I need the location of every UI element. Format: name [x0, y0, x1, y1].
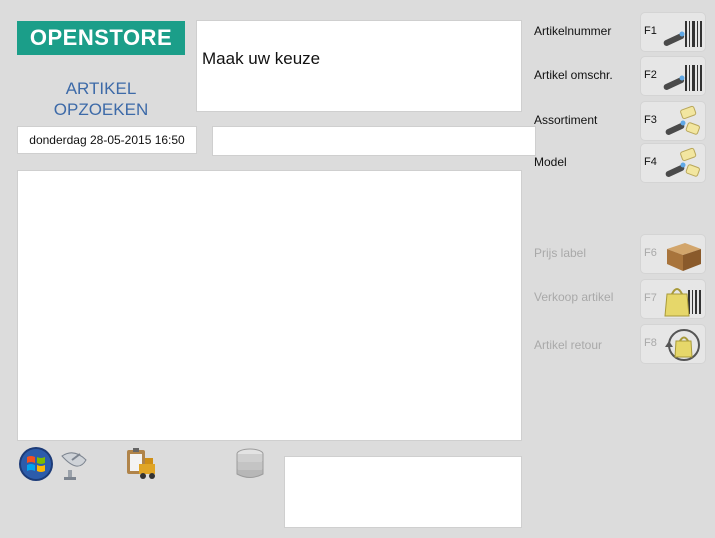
page-title-line2: OPZOEKEN — [53, 100, 149, 119]
results-panel[interactable] — [17, 170, 522, 441]
function-label-prijs-label: Prijs label — [534, 246, 587, 260]
f6-button: F6 — [640, 234, 706, 274]
scanner-tags-icon — [665, 105, 700, 135]
bag-barcode-icon — [664, 288, 701, 317]
function-label-artikel-omschr[interactable]: Artikel omschr. — [534, 65, 613, 85]
f8-key-label: F8 — [644, 337, 657, 349]
f3-key-label: F3 — [644, 114, 657, 126]
function-label-artikelnummer[interactable]: Artikelnummer — [534, 21, 611, 41]
f6-key-label: F6 — [644, 247, 657, 259]
search-input[interactable] — [212, 126, 536, 156]
openstore-logo: OPENSTORE — [17, 21, 185, 55]
satellite-dish-icon[interactable] — [56, 446, 92, 482]
datetime-display: donderdag 28-05-2015 16:50 — [17, 126, 197, 154]
function-label-assortiment[interactable]: Assortiment — [534, 110, 597, 130]
function-label-verkoop-artikel: Verkoop artikel — [534, 290, 614, 304]
f4-button[interactable]: F4 — [640, 143, 706, 183]
bag-return-icon — [665, 329, 700, 361]
f4-key-label: F4 — [644, 156, 657, 168]
database-icon[interactable] — [232, 446, 268, 482]
info-box — [284, 456, 522, 528]
f1-key-label: F1 — [644, 25, 657, 37]
f2-key-label: F2 — [644, 69, 657, 81]
message-text: Maak uw keuze — [202, 49, 321, 68]
page-title: ARTIKEL OPZOEKEN — [17, 78, 185, 120]
clipboard-forklift-icon[interactable] — [123, 446, 159, 482]
f2-button[interactable]: F2 — [640, 56, 706, 96]
function-label-model[interactable]: Model — [534, 152, 567, 172]
f7-key-label: F7 — [644, 292, 657, 304]
f7-button: F7 — [640, 279, 706, 319]
message-panel: Maak uw keuze — [196, 20, 522, 112]
function-label-artikel-retour: Artikel retour — [534, 338, 603, 352]
windows-icon[interactable] — [18, 446, 54, 482]
barcode-scanner-icon — [663, 65, 702, 91]
f8-button: F8 — [640, 324, 706, 364]
box-icon — [667, 243, 701, 271]
f1-button[interactable]: F1 — [640, 12, 706, 52]
barcode-scanner-icon — [663, 21, 702, 47]
f3-button[interactable]: F3 — [640, 101, 706, 141]
page-title-line1: ARTIKEL — [65, 79, 137, 98]
scanner-tags-icon — [665, 147, 700, 177]
